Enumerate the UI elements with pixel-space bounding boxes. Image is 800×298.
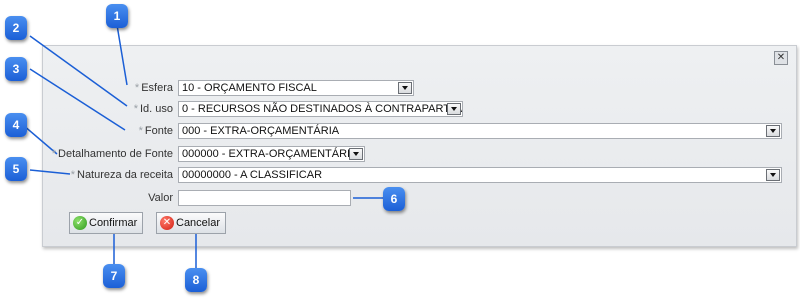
- chevron-down-icon[interactable]: [349, 148, 363, 160]
- label-fonte: * Fonte: [138, 125, 173, 137]
- detalhamento-fonte-select[interactable]: 000000 - EXTRA-ORÇAMENTÁRIA: [178, 146, 365, 162]
- check-icon: ✓: [73, 216, 87, 230]
- callout-6: 6: [383, 187, 405, 211]
- detalhamento-fonte-value: 000000 - EXTRA-ORÇAMENTÁRIA: [182, 148, 358, 160]
- chevron-down-icon[interactable]: [398, 82, 412, 94]
- fonte-select[interactable]: 000 - EXTRA-ORÇAMENTÁRIA: [178, 123, 782, 139]
- id-uso-select[interactable]: 0 - RECURSOS NÃO DESTINADOS À CONTRAPART…: [178, 101, 463, 117]
- callout-line-1: [116, 24, 128, 86]
- chevron-down-icon[interactable]: [766, 125, 780, 137]
- confirm-label: Confirmar: [89, 217, 138, 229]
- cancel-label: Cancelar: [176, 217, 221, 229]
- callout-4: 4: [5, 113, 27, 137]
- label-valor: Valor: [148, 192, 173, 204]
- callout-8: 8: [185, 268, 207, 292]
- callout-7: 7: [103, 264, 125, 288]
- esfera-value: 10 - ORÇAMENTO FISCAL: [182, 82, 317, 94]
- chevron-down-icon[interactable]: [447, 103, 461, 115]
- callout-line-3: [29, 68, 126, 131]
- fonte-value: 000 - EXTRA-ORÇAMENTÁRIA: [182, 125, 340, 137]
- natureza-receita-select[interactable]: 00000000 - A CLASSIFICAR: [178, 167, 782, 183]
- callout-5: 5: [5, 157, 27, 181]
- callout-3: 3: [5, 57, 27, 81]
- chevron-down-icon[interactable]: [766, 169, 780, 181]
- callout-2: 2: [5, 16, 27, 40]
- label-id-uso: * Id. uso: [133, 103, 173, 115]
- label-esfera: * Esfera: [134, 82, 173, 94]
- cancel-icon: ✕: [160, 216, 174, 230]
- confirm-button[interactable]: ✓ Confirmar: [69, 212, 144, 234]
- id-uso-value: 0 - RECURSOS NÃO DESTINADOS À CONTRAPART…: [182, 103, 463, 115]
- cancel-button[interactable]: ✕ Cancelar: [156, 212, 227, 234]
- esfera-select[interactable]: 10 - ORÇAMENTO FISCAL: [178, 80, 414, 96]
- label-natureza-receita: * Natureza da receita: [70, 169, 173, 181]
- natureza-receita-value: 00000000 - A CLASSIFICAR: [182, 169, 323, 181]
- callout-1: 1: [106, 4, 128, 28]
- label-detalhamento-fonte: * Detalhamento de Fonte: [51, 148, 173, 160]
- valor-input[interactable]: [178, 190, 351, 206]
